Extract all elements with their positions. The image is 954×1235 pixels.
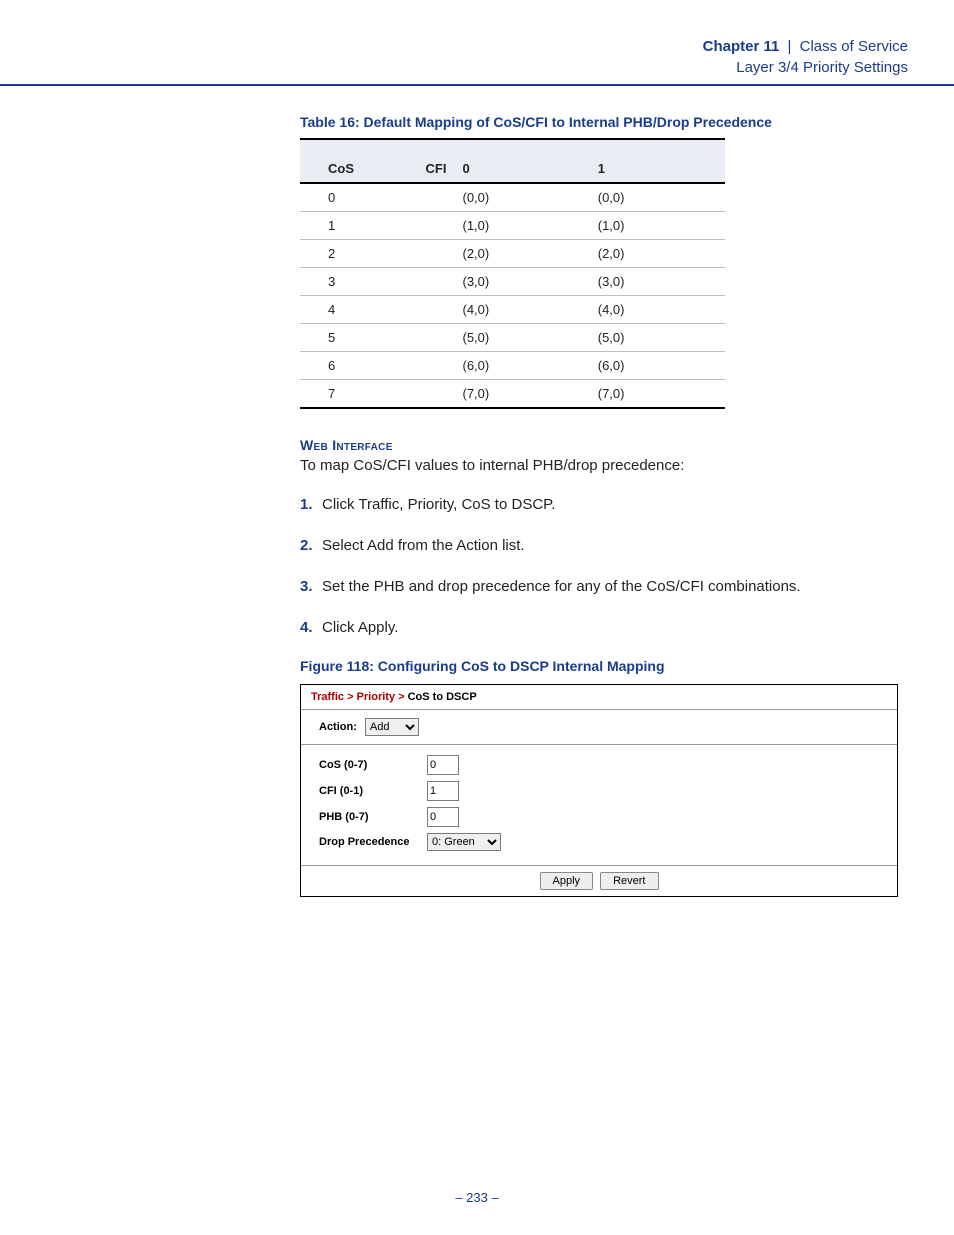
- cell-cos: 4: [300, 296, 418, 324]
- cfi-input[interactable]: [427, 781, 459, 801]
- cell-blank: [418, 268, 455, 296]
- step-item: 3.Set the PHB and drop precedence for an…: [300, 576, 910, 597]
- cell-c0: (2,0): [454, 240, 589, 268]
- cell-cos: 1: [300, 212, 418, 240]
- cell-cos: 7: [300, 380, 418, 409]
- table-row: 2 (2,0)(2,0): [300, 240, 725, 268]
- cell-blank: [418, 324, 455, 352]
- table-row: 7 (7,0)(7,0): [300, 380, 725, 409]
- cell-c0: (0,0): [454, 183, 589, 212]
- th-col-1: 1: [590, 139, 725, 183]
- step-item: 1.Click Traffic, Priority, CoS to DSCP.: [300, 494, 910, 515]
- cfi-label: CFI (0-1): [319, 785, 419, 797]
- figure-caption: Figure 118: Configuring CoS to DSCP Inte…: [300, 658, 910, 674]
- step-item: 4.Click Apply.: [300, 617, 910, 638]
- breadcrumb-current: CoS to DSCP: [408, 691, 477, 703]
- cell-c1: (3,0): [590, 268, 725, 296]
- cell-cos: 5: [300, 324, 418, 352]
- drop-label: Drop Precedence: [319, 836, 419, 848]
- table-caption: Table 16: Default Mapping of CoS/CFI to …: [300, 114, 910, 130]
- cell-cos: 6: [300, 352, 418, 380]
- action-row: Action: Add: [301, 710, 897, 745]
- phb-label: PHB (0-7): [319, 811, 419, 823]
- table-row: 6 (6,0)(6,0): [300, 352, 725, 380]
- cell-c0: (5,0): [454, 324, 589, 352]
- config-panel: Traffic > Priority > CoS to DSCP Action:…: [300, 684, 898, 897]
- drop-select[interactable]: 0: Green: [427, 833, 501, 851]
- intro-text: To map CoS/CFI values to internal PHB/dr…: [300, 455, 910, 476]
- cos-input[interactable]: [427, 755, 459, 775]
- breadcrumb-path: Traffic > Priority >: [311, 691, 405, 703]
- cell-blank: [418, 352, 455, 380]
- cell-c0: (1,0): [454, 212, 589, 240]
- chapter-subtitle: Layer 3/4 Priority Settings: [0, 57, 908, 78]
- cell-blank: [418, 183, 455, 212]
- table-row: 0 (0,0)(0,0): [300, 183, 725, 212]
- phb-input[interactable]: [427, 807, 459, 827]
- cell-c1: (5,0): [590, 324, 725, 352]
- cell-cos: 3: [300, 268, 418, 296]
- cell-cos: 2: [300, 240, 418, 268]
- cell-blank: [418, 240, 455, 268]
- table-row: 4 (4,0)(4,0): [300, 296, 725, 324]
- cell-cos: 0: [300, 183, 418, 212]
- page-header: Chapter 11 | Class of Service Layer 3/4 …: [0, 0, 954, 86]
- chapter-label: Chapter 11: [703, 38, 780, 55]
- revert-button[interactable]: Revert: [600, 872, 658, 890]
- chapter-title: Class of Service: [800, 38, 908, 55]
- step-item: 2.Select Add from the Action list.: [300, 535, 910, 556]
- apply-button[interactable]: Apply: [540, 872, 594, 890]
- action-select[interactable]: Add: [365, 718, 419, 736]
- page-number: – 233 –: [0, 1190, 954, 1205]
- steps-list: 1.Click Traffic, Priority, CoS to DSCP. 2…: [300, 494, 910, 638]
- cos-cfi-table: x CoS CFI 0 1 0(0,0)(0,0)1(1,0)(1,0)2(2,…: [300, 138, 725, 409]
- header-separator: |: [788, 38, 792, 55]
- cell-c1: (7,0): [590, 380, 725, 409]
- cell-c1: (4,0): [590, 296, 725, 324]
- cell-c0: (6,0): [454, 352, 589, 380]
- breadcrumb: Traffic > Priority > CoS to DSCP: [301, 685, 897, 710]
- cell-blank: [418, 212, 455, 240]
- th-cfi: CFI: [418, 139, 455, 183]
- th-col-0: 0: [454, 139, 589, 183]
- cell-c1: (6,0): [590, 352, 725, 380]
- section-heading: Web Interface: [300, 437, 910, 453]
- cell-c1: (2,0): [590, 240, 725, 268]
- cell-blank: [418, 296, 455, 324]
- cell-c0: (4,0): [454, 296, 589, 324]
- cell-c1: (0,0): [590, 183, 725, 212]
- cell-c0: (3,0): [454, 268, 589, 296]
- th-cos: x CoS: [300, 139, 418, 183]
- cell-c0: (7,0): [454, 380, 589, 409]
- action-label: Action:: [319, 721, 357, 733]
- cos-label: CoS (0-7): [319, 759, 419, 771]
- table-row: 3 (3,0)(3,0): [300, 268, 725, 296]
- cell-blank: [418, 380, 455, 409]
- table-row: 5 (5,0)(5,0): [300, 324, 725, 352]
- table-row: 1 (1,0)(1,0): [300, 212, 725, 240]
- cell-c1: (1,0): [590, 212, 725, 240]
